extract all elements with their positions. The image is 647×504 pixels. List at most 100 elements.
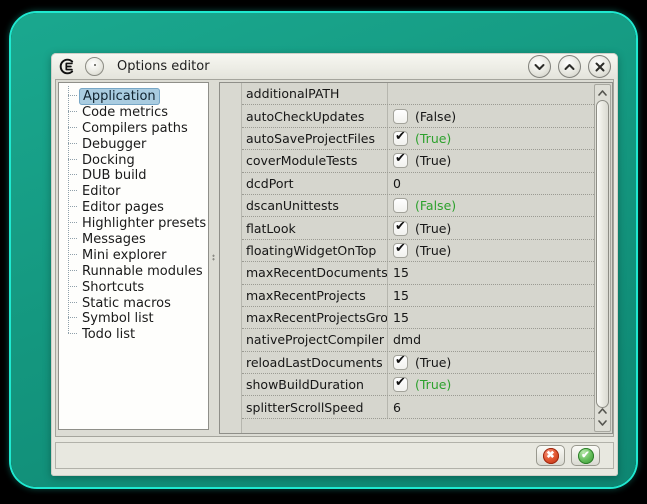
tree-item-label: Runnable modules [79, 264, 206, 279]
property-row[interactable]: showBuildDuration(True) [242, 374, 594, 396]
property-row[interactable]: nativeProjectCompilerdmd [242, 329, 594, 351]
checkbox-checked-icon[interactable] [393, 355, 408, 370]
scroll-up-icon[interactable] [595, 87, 610, 99]
close-button[interactable] [588, 55, 611, 78]
property-value-cell[interactable]: (True) [387, 128, 594, 149]
property-name: nativeProjectCompiler [242, 332, 387, 347]
property-value-cell[interactable]: 15 [387, 307, 594, 328]
property-value-cell[interactable]: (True) [387, 240, 594, 261]
window-controls [528, 55, 611, 78]
property-rows: additionalPATHautoCheckUpdates(False)aut… [242, 83, 594, 419]
property-row[interactable]: floatingWidgetOnTop(True) [242, 240, 594, 262]
tree-item[interactable]: Editor pages [59, 198, 208, 214]
chevron-up-icon [564, 63, 575, 71]
property-value-cell[interactable]: (True) [387, 217, 594, 238]
minimize-button[interactable] [528, 55, 551, 78]
tree-item[interactable]: Editor [59, 182, 208, 198]
property-value-text: (True) [415, 355, 451, 370]
property-row[interactable]: maxRecentProjectsGrou15 [242, 307, 594, 329]
grid-vertical-scrollbar[interactable] [594, 84, 611, 432]
property-value-text: 15 [393, 288, 409, 303]
property-value-cell[interactable]: 15 [387, 285, 594, 306]
property-value-text: 0 [393, 176, 401, 191]
tree-item[interactable]: Mini explorer [59, 246, 208, 262]
tree-item[interactable]: Application [59, 87, 208, 103]
property-row[interactable]: additionalPATH [242, 83, 594, 105]
tree-item[interactable]: DUB build [59, 166, 208, 182]
tree-item[interactable]: Docking [59, 151, 208, 167]
property-value-text: 15 [393, 310, 409, 325]
tree-item-label: Docking [79, 153, 138, 168]
property-value-text: 15 [393, 265, 409, 280]
property-row[interactable]: maxRecentProjects15 [242, 285, 594, 307]
scroll-up-bottom-icon[interactable] [595, 405, 610, 417]
options-editor-dialog: Options editor ApplicationCode metrics Co… [51, 53, 618, 476]
tree-item-label: Compilers paths [79, 121, 191, 136]
tree-item[interactable]: Highlighter presets [59, 214, 208, 230]
category-tree-list: ApplicationCode metrics Compilers pathsDe… [59, 83, 208, 341]
property-row[interactable]: splitterScrollSpeed6 [242, 396, 594, 418]
property-name: splitterScrollSpeed [242, 400, 387, 415]
property-name: autoSaveProjectFiles [242, 131, 387, 146]
accept-button[interactable]: ✔ [571, 445, 600, 466]
checkbox-checked-icon[interactable] [393, 221, 408, 236]
tree-item-label: DUB build [79, 168, 150, 183]
property-value-cell[interactable]: (True) [387, 374, 594, 395]
property-value-text: (False) [415, 198, 456, 213]
property-row[interactable]: flatLook(True) [242, 217, 594, 239]
tree-item-label: Messages [79, 232, 149, 247]
tree-item[interactable]: Compilers paths [59, 119, 208, 135]
property-row[interactable]: reloadLastDocuments(True) [242, 352, 594, 374]
property-value-cell[interactable]: 0 [387, 173, 594, 194]
tree-item-label: Editor [79, 184, 123, 199]
tree-item[interactable]: Symbol list [59, 309, 208, 325]
checkbox-unchecked-icon[interactable] [393, 109, 408, 124]
checkbox-checked-icon[interactable] [393, 131, 408, 146]
scroll-down-icon[interactable] [595, 417, 610, 429]
checkbox-unchecked-icon[interactable] [393, 198, 408, 213]
window-menu-button[interactable] [85, 57, 104, 76]
property-row[interactable]: autoSaveProjectFiles(True) [242, 128, 594, 150]
tree-item[interactable]: Messages [59, 230, 208, 246]
checkbox-checked-icon[interactable] [393, 153, 408, 168]
property-grid[interactable]: additionalPATHautoCheckUpdates(False)aut… [219, 82, 613, 434]
splitter-handle[interactable] [210, 82, 218, 430]
property-row[interactable]: autoCheckUpdates (False) [242, 105, 594, 127]
tree-item[interactable]: Todo list [59, 325, 208, 341]
property-name: coverModuleTests [242, 153, 387, 168]
property-value-cell[interactable]: 15 [387, 262, 594, 283]
property-value-cell[interactable]: (True) [387, 352, 594, 373]
property-value-text: (True) [415, 377, 451, 392]
property-value-cell[interactable]: dmd [387, 329, 594, 350]
cancel-button[interactable]: ✖ [536, 445, 565, 466]
cancel-icon: ✖ [543, 448, 559, 464]
property-row[interactable]: dscanUnittests(False) [242, 195, 594, 217]
property-value-cell[interactable]: 6 [387, 396, 594, 417]
property-value-cell[interactable]: (False) [387, 105, 594, 126]
tree-item[interactable]: Shortcuts [59, 278, 208, 294]
accept-icon: ✔ [578, 448, 594, 464]
property-value-cell[interactable]: (False) [387, 195, 594, 216]
property-row[interactable]: dcdPort 0 [242, 173, 594, 195]
property-name: dcdPort [242, 176, 387, 191]
property-row[interactable]: coverModuleTests (True) [242, 150, 594, 172]
property-value-text: (True) [415, 153, 451, 168]
tree-item-label: Debugger [79, 137, 149, 152]
checkbox-checked-icon[interactable] [393, 377, 408, 392]
property-value-cell[interactable]: (True) [387, 150, 594, 171]
checkbox-checked-icon[interactable] [393, 243, 408, 258]
titlebar[interactable]: Options editor [52, 54, 617, 79]
tree-item[interactable]: Code metrics [59, 103, 208, 119]
property-value-text: (True) [415, 221, 451, 236]
tree-item[interactable]: Runnable modules [59, 262, 208, 278]
maximize-button[interactable] [558, 55, 581, 78]
tree-item[interactable]: Debugger [59, 135, 208, 151]
window-frame: Options editor ApplicationCode metrics Co… [11, 13, 636, 487]
property-row[interactable]: maxRecentDocuments15 [242, 262, 594, 284]
scrollbar-thumb[interactable] [596, 100, 609, 408]
tree-item[interactable]: Static macros [59, 294, 208, 310]
category-tree[interactable]: ApplicationCode metrics Compilers pathsDe… [58, 82, 209, 430]
property-value-cell[interactable] [387, 83, 594, 104]
property-name: autoCheckUpdates [242, 109, 387, 124]
property-value-text: (False) [415, 109, 456, 124]
